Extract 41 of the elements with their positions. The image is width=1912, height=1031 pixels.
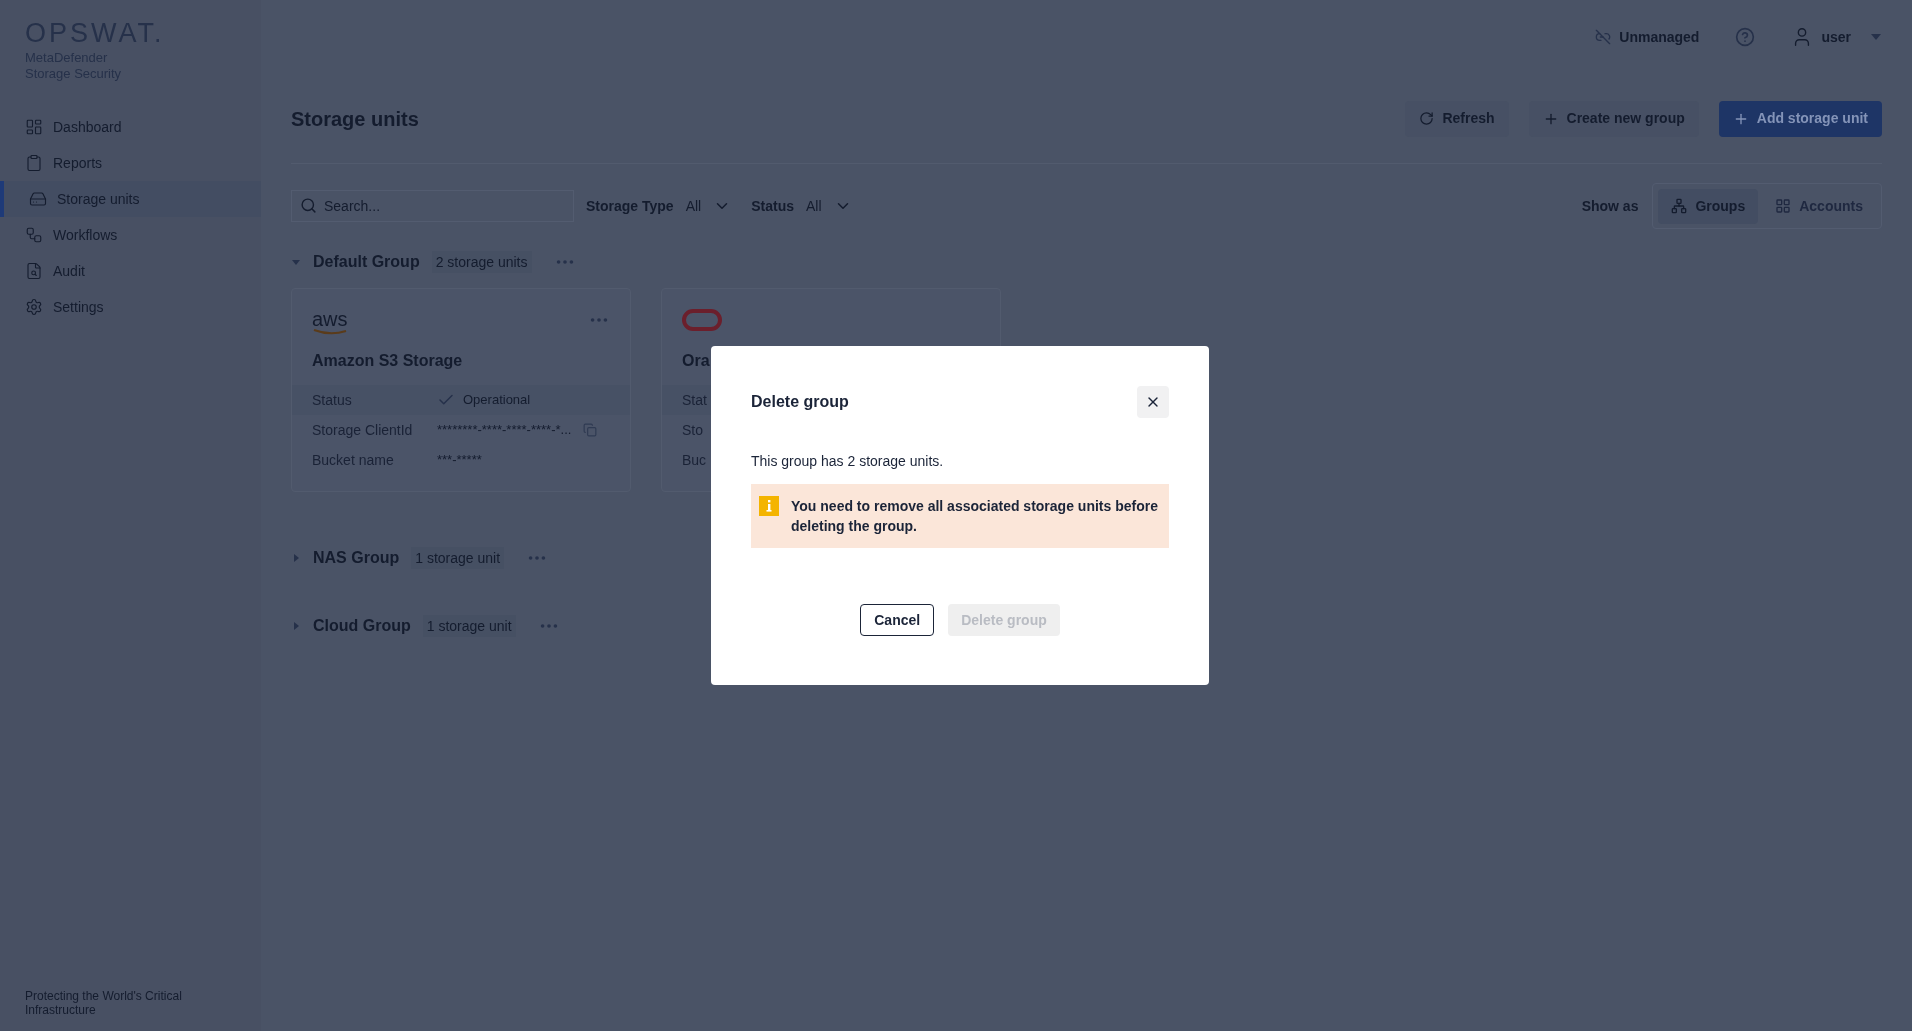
grid-icon bbox=[1775, 198, 1792, 214]
card-title: Amazon S3 Storage bbox=[311, 351, 464, 371]
search-icon bbox=[300, 197, 317, 214]
oracle-logo bbox=[682, 309, 722, 331]
status-dropdown[interactable]: All bbox=[806, 195, 852, 217]
nodes-icon bbox=[1671, 198, 1688, 214]
close-button[interactable] bbox=[1137, 386, 1169, 418]
field-value: ***-***** bbox=[437, 451, 482, 470]
group-name: NAS Group bbox=[313, 548, 400, 568]
caret-icon[interactable] bbox=[291, 621, 301, 631]
aws-logo: aws bbox=[312, 309, 350, 335]
add-button[interactable]: Add storage unit bbox=[1718, 100, 1882, 137]
filter-label: Status bbox=[751, 196, 794, 216]
copy-icon[interactable] bbox=[583, 423, 598, 437]
group-name: Default Group bbox=[313, 252, 420, 272]
help-icon[interactable] bbox=[1735, 27, 1756, 47]
audit-icon bbox=[25, 262, 43, 280]
page-title: Storage units bbox=[291, 106, 419, 132]
show-as-label: Show as bbox=[1581, 196, 1639, 216]
dialog-message: This group has 2 storage units. bbox=[751, 452, 945, 471]
dialog-title: Delete group bbox=[751, 392, 849, 412]
warning-text: You need to remove all associated storage units before deleting the group. bbox=[791, 497, 1159, 536]
caret-icon bbox=[1871, 34, 1881, 40]
type-dropdown[interactable]: All bbox=[685, 195, 732, 217]
unlink-icon bbox=[1595, 29, 1612, 45]
caret-icon[interactable] bbox=[291, 553, 301, 563]
search-field[interactable]: Search... bbox=[291, 190, 574, 222]
card-title: Ora bbox=[681, 351, 711, 371]
gear-icon bbox=[25, 298, 43, 316]
user-menu[interactable]: user bbox=[1791, 26, 1881, 48]
drive-icon bbox=[29, 190, 47, 208]
caret-icon[interactable] bbox=[291, 257, 301, 267]
refresh-icon bbox=[1419, 111, 1435, 126]
clipboard-icon bbox=[25, 154, 43, 172]
mode-label: Unmanaged bbox=[1619, 27, 1700, 47]
info-icon bbox=[759, 496, 779, 516]
workflow-icon bbox=[25, 226, 43, 244]
filter-label: Storage Type bbox=[586, 196, 674, 216]
field-value: ********-****-****-****-*... bbox=[437, 421, 572, 440]
cancel-button[interactable]: Cancel bbox=[860, 604, 935, 636]
group-name: Cloud Group bbox=[313, 616, 411, 636]
